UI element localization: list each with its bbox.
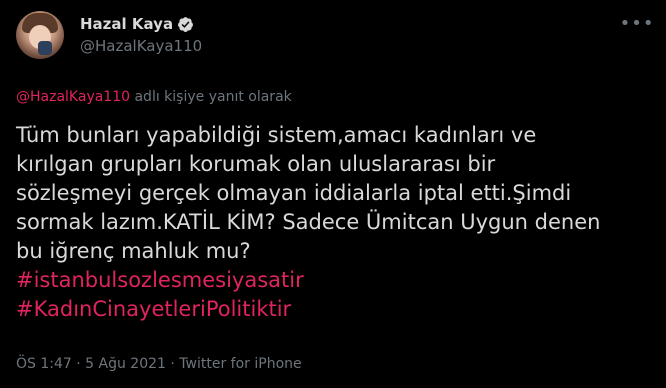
display-name-text[interactable]: Hazal Kaya (80, 15, 173, 33)
tweet-source[interactable]: Twitter for iPhone (179, 356, 301, 372)
hashtag-link[interactable]: #KadınCinayetleriPolitiktir (16, 295, 636, 324)
hashtag-link[interactable]: #istanbulsozlesmesiyasatir (16, 266, 636, 295)
reply-mention-link[interactable]: @HazalKaya110 (16, 89, 130, 105)
tweet-time[interactable]: ÖS 1:47 (16, 356, 72, 372)
verified-badge-icon (178, 16, 194, 32)
tweet-body-text: Tüm bunları yapabildiği sistem,amacı kad… (16, 123, 601, 263)
reply-suffix: adlı kişiye yanıt olarak (130, 89, 292, 105)
profile-photo-icon[interactable] (16, 11, 64, 59)
meta-separator: · (71, 356, 86, 372)
author-handle[interactable]: @HazalKaya110 (80, 37, 202, 55)
more-dots-icon[interactable]: ••• (620, 13, 654, 34)
author-display-name[interactable]: Hazal Kaya (80, 14, 202, 34)
tweet-date[interactable]: 5 Ağu 2021 (85, 356, 166, 372)
tweet-meta: ÖS 1:47 · 5 Ağu 2021 · Twitter for iPhon… (16, 356, 302, 372)
tweet-text: Tüm bunları yapabildiği sistem,amacı kad… (16, 121, 636, 324)
meta-separator: · (165, 356, 180, 372)
reply-context: @HazalKaya110 adlı kişiye yanıt olarak (16, 89, 292, 105)
tweet-header: Hazal Kaya @HazalKaya110 ••• (16, 11, 654, 59)
author-block[interactable]: Hazal Kaya @HazalKaya110 (80, 14, 202, 55)
tweet-card: Hazal Kaya @HazalKaya110 ••• @HazalKaya1… (0, 0, 666, 388)
